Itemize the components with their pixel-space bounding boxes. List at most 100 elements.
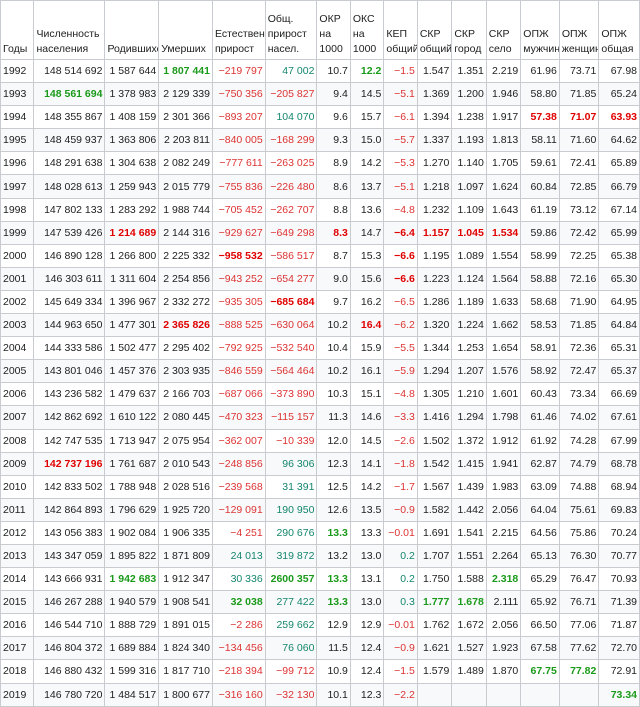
table-cell: 73.71: [558, 58, 600, 84]
table-cell: 71.07: [558, 105, 600, 130]
table-cell: 146 880 432: [33, 659, 106, 684]
table-cell: 1 906 335: [158, 520, 213, 545]
column-header[interactable]: ОПЖ мужчин: [520, 0, 560, 60]
column-header-line: ОПЖ: [561, 28, 588, 40]
column-header[interactable]: ОКР на 1000: [316, 0, 351, 60]
column-header[interactable]: ОПЖ женщин: [558, 0, 600, 60]
table-cell: 65.29: [520, 567, 560, 592]
column-header-line: на: [352, 28, 365, 40]
table-cell: 1.662: [485, 313, 522, 338]
column-header[interactable]: ОКС на 1000: [349, 0, 385, 60]
table-cell: 290 676: [264, 520, 318, 545]
table-cell: 66.50: [520, 613, 560, 638]
table-cell: 147 539 426: [33, 220, 106, 245]
table-cell: 2.111: [485, 590, 522, 615]
header-row: Годы Численность населения Родившихся Умерши…: [0, 0, 640, 60]
column-header[interactable]: КЕП общий: [383, 0, 418, 60]
column-header[interactable]: Численность населения: [33, 0, 106, 60]
table-cell: 148 291 638: [33, 151, 106, 176]
table-cell: 148 459 937: [33, 128, 106, 153]
table-cell: 1.579: [416, 659, 453, 684]
table-cell: 72.36: [558, 336, 600, 361]
table-cell: 319 872: [264, 543, 318, 569]
table-cell: 143 801 046: [33, 359, 106, 384]
table-cell: 1.554: [485, 243, 522, 268]
table-cell: 1.157: [416, 220, 453, 245]
table-cell: 1.750: [416, 567, 453, 592]
year-cell: 2012: [0, 520, 35, 545]
table-row: 2003 144 963 650 1 477 301 2 365 826 −888 52…: [0, 313, 640, 338]
table-cell: 1.777: [416, 590, 453, 615]
table-row: 2007 142 862 692 1 610 122 2 080 445 −470 32…: [0, 405, 640, 430]
table-cell: 145 649 334: [33, 289, 106, 315]
table-cell: 1.762: [416, 613, 453, 638]
table-cell: 1.534: [485, 220, 522, 245]
table-cell: 77.82: [558, 659, 600, 684]
table-cell: 71.87: [598, 613, 640, 638]
column-header[interactable]: СКР город: [451, 0, 487, 60]
column-header[interactable]: Умерших: [158, 0, 213, 60]
table-cell: −935 305: [211, 289, 266, 315]
table-cell: −6.6: [383, 266, 418, 291]
table-cell: 96 306: [264, 451, 318, 476]
table-cell: 1 502 477: [104, 336, 160, 361]
table-cell: 1 479 637: [104, 382, 160, 407]
table-cell: 12.2: [349, 58, 385, 84]
table-cell: 12.9: [316, 613, 351, 638]
table-cell: −0.01: [383, 520, 418, 545]
table-cell: 1.489: [451, 659, 487, 684]
column-header[interactable]: ОПЖ общая: [598, 0, 640, 60]
column-header-line: ОПЖ: [523, 28, 549, 40]
table-cell: 143 236 582: [33, 382, 106, 407]
table-cell: 72.41: [558, 151, 600, 176]
table-cell: 14.2: [349, 474, 385, 499]
table-cell: 1.200: [451, 82, 487, 107]
table-cell: 61.96: [520, 58, 560, 84]
table-cell: 59.86: [520, 220, 560, 245]
column-header[interactable]: СКР общий: [416, 0, 453, 60]
table-cell: 70.77: [598, 543, 640, 569]
column-header-line: Умерших: [161, 43, 206, 55]
year-cell: 1997: [0, 174, 35, 199]
table-cell: 1 796 629: [104, 497, 160, 522]
table-cell: 59.61: [520, 151, 560, 176]
table-cell: 58.11: [520, 128, 560, 153]
column-header[interactable]: Годы: [0, 0, 35, 60]
table-row: 2017 146 804 372 1 689 884 1 824 340 −134 45…: [0, 636, 640, 661]
table-cell: 1 888 729: [104, 613, 160, 638]
column-header[interactable]: СКР село: [485, 0, 522, 60]
table-cell: −929 627: [211, 220, 266, 245]
table-cell: 1 311 604: [104, 266, 160, 291]
table-cell: −4.8: [383, 382, 418, 407]
column-header[interactable]: Родившихся: [104, 0, 160, 60]
column-header-line: СКР: [419, 28, 441, 40]
table-cell: −10 339: [264, 428, 318, 453]
table-cell: 1 266 800: [104, 243, 160, 268]
table-cell: 142 737 196: [33, 451, 106, 476]
column-header-line: на: [319, 28, 332, 40]
table-cell: 72.25: [558, 243, 600, 268]
table-cell: −586 517: [264, 243, 318, 268]
table-cell: 146 780 720: [33, 682, 106, 707]
table-cell: −6.4: [383, 220, 418, 245]
table-cell: 77.06: [558, 613, 600, 638]
table-cell: 69.83: [598, 497, 640, 522]
table-cell: 1.542: [416, 451, 453, 476]
table-cell: 1.224: [451, 313, 487, 338]
column-header[interactable]: Общ. прирост насел.: [264, 0, 318, 60]
table-cell: 1 304 638: [104, 151, 160, 176]
year-cell: 2003: [0, 313, 35, 338]
table-cell: −6.6: [383, 243, 418, 268]
table-cell: 13.6: [349, 197, 385, 222]
table-cell: 1.218: [416, 174, 453, 199]
column-header-line: ОПЖ: [601, 28, 627, 40]
column-header[interactable]: Естествен прирост: [211, 0, 266, 60]
table-cell: 13.0: [349, 543, 385, 569]
table-row: 1997 148 028 613 1 259 943 2 015 779 −755 83…: [0, 174, 640, 199]
table-cell: 2 254 856: [158, 266, 213, 291]
table-cell: −5.1: [383, 82, 418, 107]
year-cell: 2001: [0, 266, 35, 291]
column-header-line: ОКС: [352, 13, 375, 25]
table-cell: −1.5: [383, 58, 418, 84]
table-cell: 2 015 779: [158, 174, 213, 199]
